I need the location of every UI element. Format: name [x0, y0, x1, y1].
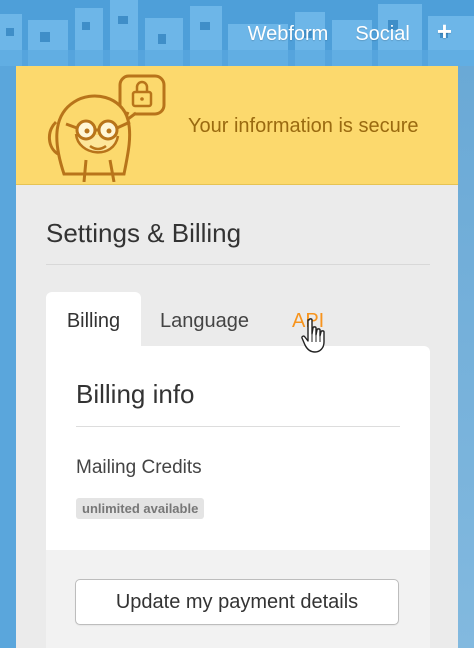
- card-footer: Update my payment details: [46, 550, 430, 648]
- security-message: Your information is secure: [188, 115, 419, 137]
- side-background: [458, 66, 474, 648]
- page-title: Settings & Billing: [46, 218, 242, 248]
- top-navigation: Webform Social +: [248, 16, 452, 47]
- mascot-with-lock-icon: [48, 74, 166, 182]
- card-divider: [76, 426, 400, 427]
- social-link[interactable]: Social: [355, 23, 409, 46]
- add-icon[interactable]: +: [437, 16, 452, 47]
- tab-language[interactable]: Language: [160, 292, 249, 346]
- billing-info-title: Billing info: [76, 379, 195, 409]
- settings-panel: Your information is secure Settings & Bi…: [16, 66, 458, 648]
- update-payment-button[interactable]: Update my payment details: [75, 579, 399, 625]
- top-header: Webform Social +: [0, 0, 474, 66]
- billing-card: Billing info Mailing Credits unlimited a…: [46, 346, 430, 648]
- tab-billing[interactable]: Billing: [46, 292, 141, 346]
- title-divider: [46, 264, 430, 265]
- webform-link[interactable]: Webform: [248, 23, 329, 46]
- security-banner: Your information is secure: [16, 66, 458, 185]
- hand-pointer-icon: [301, 318, 325, 353]
- mailing-credits-label: Mailing Credits: [76, 457, 202, 478]
- credits-badge: unlimited available: [76, 498, 205, 519]
